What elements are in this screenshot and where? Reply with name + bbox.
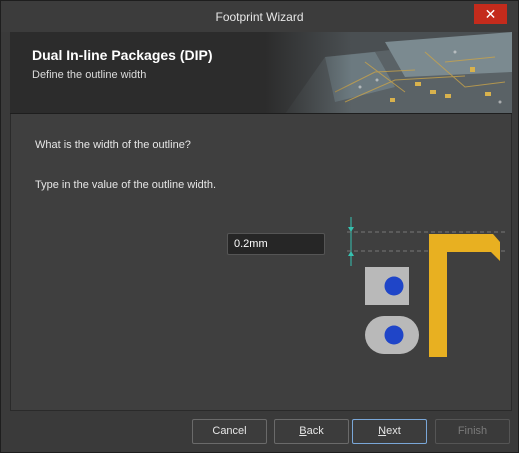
width-hint: Type in the value of the outline width. (35, 179, 217, 191)
page-title: Dual In-line Packages (DIP) (32, 47, 213, 63)
finish-button[interactable]: Finish (435, 419, 510, 444)
wizard-header: Dual In-line Packages (DIP) Define the o… (10, 32, 512, 114)
pcb-banner-image (265, 32, 512, 113)
outline-width-input[interactable] (227, 233, 325, 255)
outline-shape (429, 234, 500, 357)
footprint-wizard-window: Footprint Wizard ✕ Dual In-line Packages… (0, 0, 519, 453)
next-button[interactable]: Next (352, 419, 427, 444)
back-accelerator: B (299, 425, 307, 437)
pad-hole-2 (384, 325, 404, 345)
pad-hole-1 (384, 276, 404, 296)
page-subtitle: Define the outline width (32, 69, 147, 81)
outline-width-diagram (347, 217, 506, 357)
wizard-body: What is the width of the outline? Type i… (10, 114, 512, 411)
next-accelerator: N (378, 425, 387, 437)
width-question: What is the width of the outline? (35, 139, 191, 151)
close-button[interactable]: ✕ (474, 4, 507, 24)
window-title: Footprint Wizard (215, 10, 304, 24)
next-label: ext (386, 425, 401, 437)
back-label: ack (306, 425, 324, 437)
title-bar: Footprint Wizard ✕ (1, 1, 518, 32)
wizard-footer: Cancel Back Next Finish (1, 411, 518, 452)
close-icon: ✕ (484, 6, 497, 22)
cancel-button[interactable]: Cancel (192, 419, 267, 444)
back-button[interactable]: Back (274, 419, 349, 444)
